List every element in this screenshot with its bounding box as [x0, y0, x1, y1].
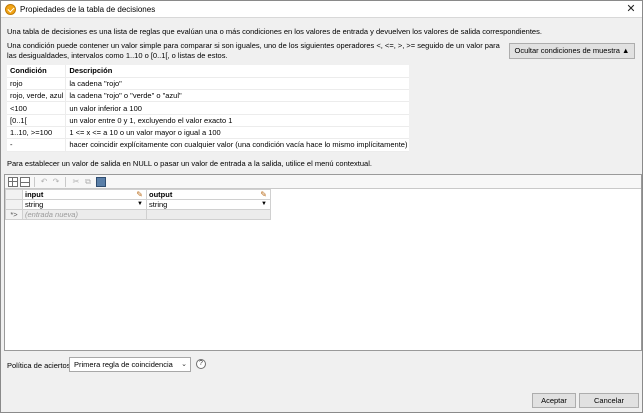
window-title: Propiedades de la tabla de decisiones: [20, 5, 156, 14]
condition-cell: rojo, verde, azul: [7, 89, 67, 103]
condition-cell: <100: [7, 101, 67, 115]
chevron-down-icon: ▼: [137, 201, 143, 207]
condition-cell: -: [7, 138, 67, 152]
editor-toolbar: ↶ ↷ ✂ ⧉: [5, 175, 641, 189]
condition-cell: [0..1[: [7, 114, 67, 127]
input-type-value: string: [25, 200, 44, 209]
column-header-description: Descripción: [65, 65, 410, 78]
description-cell: la cadena "rojo": [65, 77, 410, 91]
insert-row-icon[interactable]: [8, 177, 18, 187]
intro-text-conditions: Una condición puede contener un valor si…: [7, 41, 500, 60]
row-header: [5, 199, 23, 210]
table-header-row: input ✎ output ✎: [5, 189, 271, 200]
type-row: string ▼ string ▼: [5, 199, 271, 210]
decision-table: input ✎ output ✎ string ▼ string ▼ *> (e…: [5, 189, 271, 220]
close-icon[interactable]: ✕: [624, 2, 638, 16]
image-icon[interactable]: [96, 177, 106, 187]
copy-icon[interactable]: ⧉: [83, 177, 93, 187]
description-cell: hacer coincidir explícitamente con cualq…: [65, 138, 410, 152]
output-type-value: string: [149, 200, 168, 209]
chevron-down-icon: ▼: [261, 201, 267, 207]
new-entry-cell[interactable]: (entrada nueva): [22, 209, 147, 220]
insert-column-icon[interactable]: [20, 177, 30, 187]
hide-sample-conditions-button[interactable]: Ocultar condiciones de muestra ▲: [509, 43, 635, 59]
toolbar-separator: [65, 177, 66, 187]
row-header-corner: [5, 189, 23, 200]
description-cell: la cadena "rojo" o "verde" o "azul": [65, 89, 410, 103]
hit-policy-label: Política de aciertos:: [7, 361, 73, 370]
edit-pencil-icon[interactable]: ✎: [260, 190, 267, 199]
context-menu-note: Para establecer un valor de salida en NU…: [7, 159, 372, 168]
accept-button[interactable]: Aceptar: [532, 393, 576, 408]
sample-conditions-table: Condición Descripción rojo la cadena "ro…: [7, 65, 410, 152]
condition-cell: 1..10, >=100: [7, 126, 67, 140]
table-row: <100 un valor inferior a 100: [7, 101, 410, 115]
output-type-select[interactable]: string ▼: [146, 199, 271, 210]
new-row-marker: *>: [5, 209, 23, 220]
undo-icon[interactable]: ↶: [39, 177, 49, 187]
app-logo-icon: [5, 4, 16, 15]
edit-pencil-icon[interactable]: ✎: [136, 190, 143, 199]
new-entry-output-cell[interactable]: [146, 209, 271, 220]
condition-cell: rojo: [7, 77, 67, 91]
input-column-header[interactable]: input ✎: [22, 189, 147, 200]
input-type-select[interactable]: string ▼: [22, 199, 147, 210]
table-row: - hacer coincidir explícitamente con cua…: [7, 138, 410, 152]
table-row: rojo, verde, azul la cadena "rojo" o "ve…: [7, 89, 410, 103]
hit-policy-value: Primera regla de coincidencia: [74, 360, 173, 369]
new-entry-row[interactable]: *> (entrada nueva): [5, 209, 271, 220]
title-bar[interactable]: Propiedades de la tabla de decisiones ✕: [1, 1, 642, 18]
chevron-down-icon: ⌄: [181, 361, 187, 368]
cut-icon[interactable]: ✂: [71, 177, 81, 187]
table-row: rojo la cadena "rojo": [7, 77, 410, 91]
hit-policy-select[interactable]: Primera regla de coincidencia ⌄: [69, 357, 191, 372]
column-header-condition: Condición: [7, 65, 67, 78]
table-row: [0..1[ un valor entre 0 y 1, excluyendo …: [7, 114, 410, 127]
table-header-row: Condición Descripción: [7, 65, 410, 78]
toolbar-separator: [34, 177, 35, 187]
redo-icon[interactable]: ↷: [51, 177, 61, 187]
decision-table-editor[interactable]: ↶ ↷ ✂ ⧉ input ✎ output ✎ string ▼ string…: [4, 174, 642, 351]
help-icon[interactable]: ?: [196, 359, 206, 369]
intro-text: Una tabla de decisiones es una lista de …: [7, 27, 542, 36]
cancel-button[interactable]: Cancelar: [579, 393, 639, 408]
description-cell: un valor entre 0 y 1, excluyendo el valo…: [65, 114, 410, 127]
output-column-header[interactable]: output ✎: [146, 189, 271, 200]
input-column-label: input: [25, 190, 44, 199]
description-cell: un valor inferior a 100: [65, 101, 410, 115]
description-cell: 1 <= x <= a 10 o un valor mayor o igual …: [65, 126, 410, 140]
table-row: 1..10, >=100 1 <= x <= a 10 o un valor m…: [7, 126, 410, 140]
output-column-label: output: [149, 190, 173, 199]
dialog-window: Propiedades de la tabla de decisiones ✕ …: [0, 0, 643, 413]
